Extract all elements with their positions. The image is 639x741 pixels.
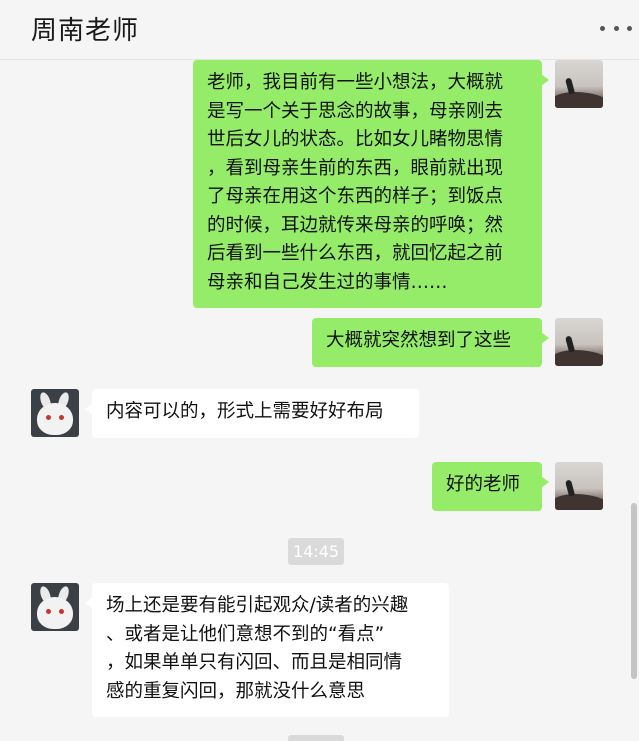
dot [627, 25, 632, 31]
scrollbar[interactable] [631, 503, 637, 679]
message-line: ，如果单单只有闪回、而且是相同情 [106, 652, 403, 673]
message-line: 是写一个关于思念的故事，母亲刚去 [207, 100, 504, 122]
chat-title: 周南老师 [31, 16, 140, 46]
message-line: 感的重复闪回，那就没什么意思 [106, 680, 366, 702]
message-line: 、或者是让他们意想不到的“看点” [106, 623, 385, 645]
message-line: ，看到母亲生前的东西，眼前就出现 [207, 157, 504, 179]
message-line: 世后女儿的状态。比如女儿睹物思情 [207, 129, 504, 150]
timestamp: 14:45 [288, 538, 344, 565]
message-bubble-received[interactable]: 场上还是要有能引起观众/读者的兴趣 、或者是让他们意想不到的“看点” ，如果单单… [85, 583, 449, 717]
contact-avatar[interactable] [31, 389, 79, 437]
message-line: 好的老师 [446, 474, 521, 495]
message-line: 大概就突然想到了这些 [326, 330, 512, 351]
message-line: 场上还是要有能引起观众/读者的兴趣 [106, 595, 409, 616]
message-line: 的时候，耳边就传来母亲的呼唤；然 [207, 214, 504, 236]
message-line: 老师，我目前有一些小想法，大概就 [207, 72, 504, 93]
dot [600, 25, 605, 31]
chat-header: 周南老师 [0, 0, 639, 60]
message-bubble-received[interactable]: 内容可以的，形式上需要好好布局 [85, 389, 419, 438]
message-bubble-sent[interactable]: 大概就突然想到了这些 [312, 318, 549, 367]
my-avatar[interactable] [555, 318, 603, 366]
message-line: 了母亲在用这个东西的样子；到饭点 [207, 186, 504, 207]
more-dots-icon[interactable] [600, 16, 632, 40]
message-line: 母亲和自己发生过的事情…… [207, 271, 448, 293]
next-timestamp-partial [288, 735, 344, 741]
dot [613, 25, 619, 31]
message-bubble-sent[interactable]: 好的老师 [432, 462, 549, 511]
my-avatar[interactable] [555, 462, 603, 510]
contact-avatar[interactable] [31, 583, 79, 631]
message-bubble-sent[interactable]: 老师，我目前有一些小想法，大概就 是写一个关于思念的故事，母亲刚去 世后女儿的状… [193, 60, 549, 308]
my-avatar[interactable] [555, 60, 603, 108]
message-line: 内容可以的，形式上需要好好布局 [106, 401, 384, 422]
message-line: 后看到一些什么东西，就回忆起之前 [207, 243, 504, 264]
